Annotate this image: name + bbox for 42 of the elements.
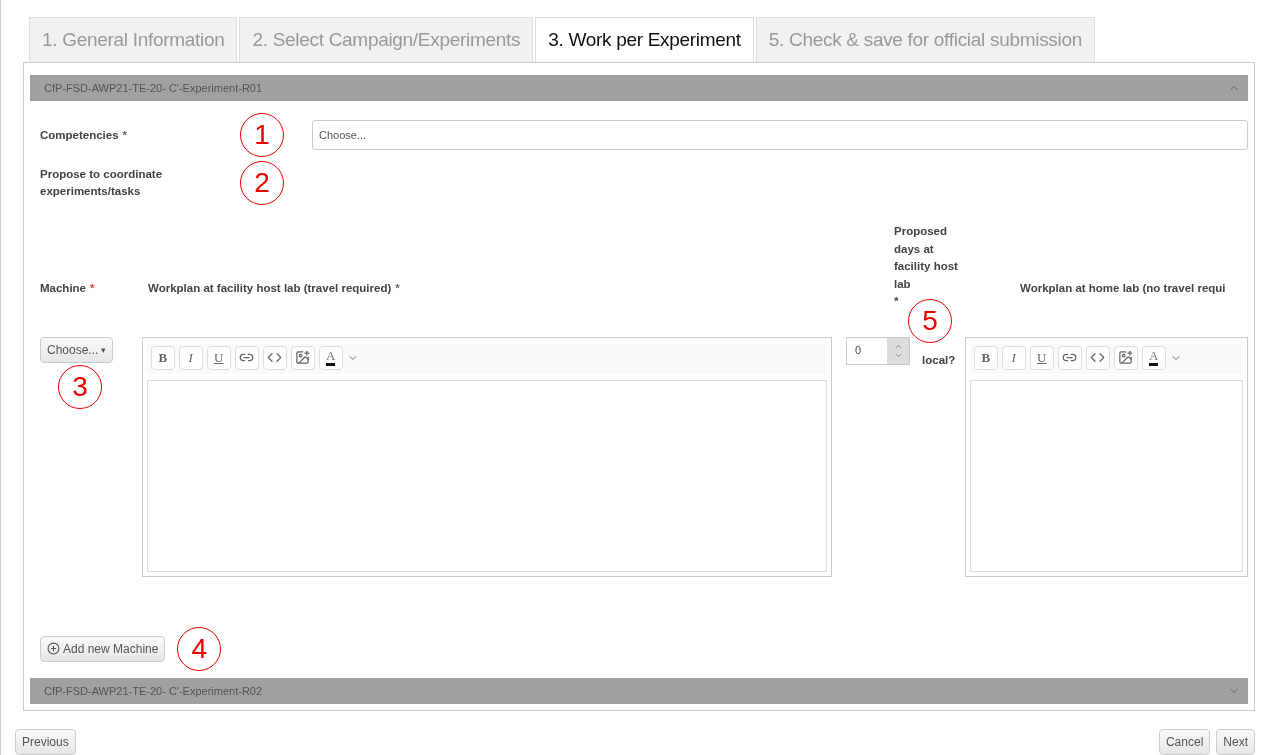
add-icon (47, 642, 60, 655)
code-button[interactable] (1085, 345, 1110, 370)
callout-number: 5 (908, 298, 953, 343)
section-title: CfP-FSD-AWP21-TE-20- C'-Experiment-R02 (44, 685, 263, 697)
italic-button[interactable]: I (178, 345, 203, 370)
callout-number: 1 (240, 113, 284, 157)
link-button[interactable] (1057, 345, 1082, 370)
callout-number: 4 (177, 626, 222, 671)
text-color-button[interactable]: A (1141, 345, 1166, 370)
rich-text-editor[interactable]: B I U A (141, 336, 833, 577)
field-label: Workplan at home lab (no travel requi (1020, 280, 1226, 296)
field-label: Workplan at facility host lab (travel required) * (148, 280, 401, 296)
underline-button[interactable]: U (206, 345, 231, 370)
machine-select[interactable]: Choose... ▾ (40, 336, 114, 363)
field-label: Machine * (40, 280, 96, 296)
field-label: Propose to coordinate experiments/tasks (40, 167, 164, 199)
underline-button[interactable]: U (1029, 345, 1054, 370)
callout-number: 3 (58, 364, 102, 409)
wizard-tab[interactable]: 3. Work per Experiment (535, 17, 754, 63)
bold-button[interactable]: B (150, 345, 175, 370)
section-title: CfP-FSD-AWP21-TE-20- C'-Experiment-R01 (44, 82, 263, 94)
rich-text-editor[interactable]: B I U A (964, 336, 1248, 577)
competencies-field[interactable]: Choose... (312, 120, 1248, 150)
italic-button[interactable]: I (1001, 345, 1026, 370)
image-icon (1118, 350, 1134, 365)
code-icon (1090, 350, 1106, 365)
cancel-button[interactable]: Cancel (1158, 729, 1211, 755)
bold-button[interactable]: B (973, 345, 998, 370)
previous-button[interactable]: Previous (15, 729, 76, 755)
field-label: Competencies * (40, 128, 129, 143)
callout-number: 2 (240, 161, 284, 205)
days-spinner[interactable]: 0 (846, 336, 911, 365)
image-button[interactable] (290, 345, 315, 370)
link-button[interactable] (234, 345, 259, 370)
code-button[interactable] (262, 345, 287, 370)
code-icon (267, 350, 283, 365)
field-label: local? (922, 352, 956, 368)
image-icon (295, 350, 311, 365)
next-button[interactable]: Next (1216, 729, 1255, 755)
add-machine-button[interactable]: Add new Machine (40, 635, 166, 662)
text-color-button[interactable]: A (318, 345, 343, 370)
image-button[interactable] (1113, 345, 1138, 370)
